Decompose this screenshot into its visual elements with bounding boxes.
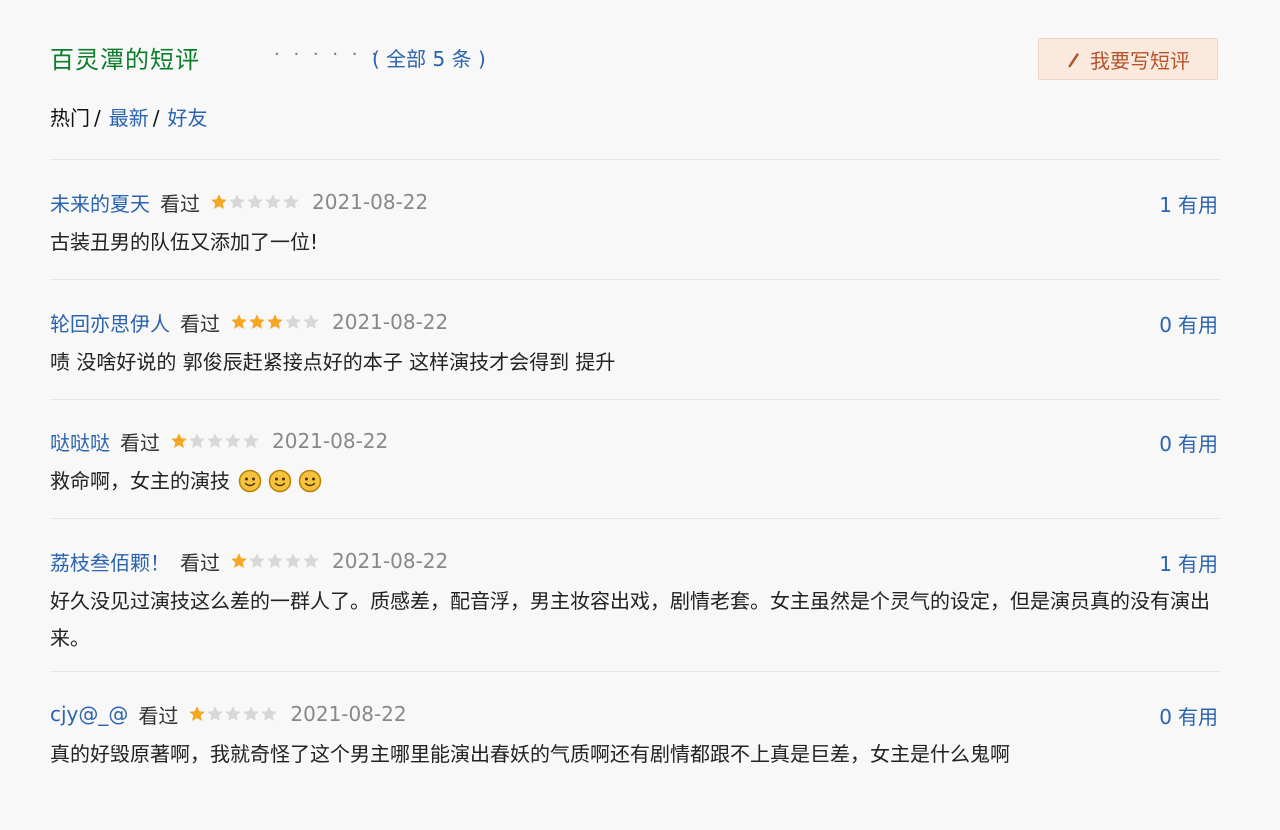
useful-count: 1	[1159, 552, 1172, 576]
smile-emoji-icon	[268, 469, 292, 493]
review-meta: 哒哒哒 看过 2021-08-22	[50, 427, 388, 455]
review-content: 救命啊，女主的演技	[50, 463, 1210, 500]
watch-status: 看过	[180, 550, 220, 575]
filled-star-icon	[249, 314, 265, 329]
watch-status: 看过	[138, 703, 179, 728]
write-review-label: 我要写短评	[1090, 48, 1190, 73]
rating-stars	[230, 311, 320, 333]
all-reviews-count-link[interactable]: ( 全部 5 条 )	[372, 43, 486, 72]
review-meta: cjy@_@ 看过 2021-08-22	[50, 700, 407, 728]
divider	[50, 671, 1220, 672]
useful-vote-button[interactable]: 0 有用	[1153, 701, 1218, 730]
useful-count: 0	[1159, 313, 1172, 337]
filled-star-icon	[211, 194, 227, 209]
empty-star-icon	[285, 314, 301, 329]
empty-star-icon	[225, 433, 241, 448]
empty-star-icon	[303, 553, 319, 568]
useful-count: 0	[1159, 705, 1172, 729]
review-date: 2021-08-22	[332, 549, 449, 573]
emoji-group	[238, 469, 322, 493]
smile-emoji-icon	[238, 469, 262, 493]
tab-separator: /	[152, 106, 160, 130]
empty-star-icon	[249, 553, 265, 568]
empty-star-icon	[247, 194, 263, 209]
filled-star-icon	[231, 314, 247, 329]
watch-status: 看过	[180, 311, 220, 336]
review-date: 2021-08-22	[332, 310, 449, 334]
title-dots: · · · · · ·	[274, 44, 381, 65]
reviews-header: 百灵潭的短评 · · · · · · ( 全部 5 条 ) 我要写短评	[50, 38, 1220, 82]
useful-label: 有用	[1178, 552, 1218, 576]
review-content: 啧 没啥好说的 郭俊辰赶紧接点好的本子 这样演技才会得到 提升	[50, 350, 616, 374]
smile-emoji-icon	[298, 469, 322, 493]
review-user-link[interactable]: 轮回亦思伊人	[50, 308, 170, 337]
review-meta: 轮回亦思伊人 看过 2021-08-22	[50, 308, 448, 336]
useful-vote-button[interactable]: 1 有用	[1153, 548, 1218, 577]
review-item: 轮回亦思伊人 看过 2021-08-22 0 有用 啧 没啥好说的 郭俊辰赶紧接点…	[50, 308, 1220, 378]
review-item: 荔枝叁佰颗！ 看过 2021-08-22 1 有用 好久没见过演技这么差的一群人了…	[50, 547, 1220, 657]
useful-vote-button[interactable]: 0 有用	[1153, 428, 1218, 457]
review-user-link[interactable]: cjy@_@	[50, 702, 128, 726]
pencil-icon	[1066, 50, 1082, 68]
filled-star-icon	[189, 706, 206, 721]
useful-label: 有用	[1178, 313, 1218, 337]
review-content: 古装丑男的队伍又添加了一位!	[50, 230, 319, 254]
divider	[50, 399, 1220, 400]
useful-label: 有用	[1178, 193, 1218, 217]
useful-count: 0	[1159, 432, 1172, 456]
rating-stars	[170, 430, 260, 452]
sort-filter-tabs: 热门 / 最新 / 好友	[50, 102, 208, 131]
tab-hot[interactable]: 热门	[50, 102, 90, 131]
rating-stars	[188, 703, 278, 725]
review-user-link[interactable]: 哒哒哒	[50, 427, 110, 456]
empty-star-icon	[207, 706, 224, 721]
review-item: 哒哒哒 看过 2021-08-22 0 有用 救命啊，女主的演技	[50, 427, 1220, 497]
page-title: 百灵潭的短评	[50, 46, 200, 74]
watch-status: 看过	[160, 191, 200, 216]
review-item: cjy@_@ 看过 2021-08-22 0 有用 真的好毁原著啊，我就奇怪了这个…	[50, 700, 1220, 770]
empty-star-icon	[225, 706, 242, 721]
review-user-link[interactable]: 荔枝叁佰颗！	[50, 547, 170, 576]
empty-star-icon	[229, 194, 245, 209]
tab-separator: /	[94, 106, 101, 130]
divider	[50, 159, 1220, 160]
useful-label: 有用	[1178, 705, 1218, 729]
empty-star-icon	[261, 706, 278, 721]
empty-star-icon	[243, 706, 260, 721]
review-date: 2021-08-22	[290, 702, 407, 726]
empty-star-icon	[189, 433, 205, 448]
rating-stars	[210, 191, 300, 213]
review-date: 2021-08-22	[312, 190, 429, 214]
review-user-link[interactable]: 未来的夏天	[50, 188, 150, 217]
short-reviews-panel: 百灵潭的短评 · · · · · · ( 全部 5 条 ) 我要写短评 热门 / 最…	[0, 0, 1280, 830]
filled-star-icon	[267, 314, 283, 329]
empty-star-icon	[243, 433, 259, 448]
useful-vote-button[interactable]: 1 有用	[1153, 189, 1218, 218]
divider	[50, 518, 1220, 519]
review-content: 好久没见过演技这么差的一群人了。质感差，配音浮，男主妆容出戏，剧情老套。女主虽然…	[50, 589, 1210, 650]
empty-star-icon	[265, 194, 281, 209]
empty-star-icon	[267, 553, 283, 568]
review-text: 救命啊，女主的演技	[50, 469, 230, 493]
rating-stars	[230, 550, 320, 572]
filled-star-icon	[171, 433, 187, 448]
empty-star-icon	[303, 314, 319, 329]
tab-friends[interactable]: 好友	[168, 102, 208, 131]
review-content: 真的好毁原著啊，我就奇怪了这个男主哪里能演出春妖的气质啊还有剧情都跟不上真是巨差…	[50, 742, 1010, 766]
useful-count: 1	[1159, 193, 1172, 217]
review-date: 2021-08-22	[272, 429, 389, 453]
tab-latest[interactable]: 最新	[109, 102, 149, 131]
review-meta: 未来的夏天 看过 2021-08-22	[50, 188, 428, 216]
useful-label: 有用	[1178, 432, 1218, 456]
review-item: 未来的夏天 看过 2021-08-22 1 有用 古装丑男的队伍又添加了一位!	[50, 188, 1220, 258]
empty-star-icon	[285, 553, 301, 568]
write-review-button[interactable]: 我要写短评	[1038, 38, 1218, 80]
empty-star-icon	[207, 433, 223, 448]
useful-vote-button[interactable]: 0 有用	[1153, 309, 1218, 338]
watch-status: 看过	[120, 430, 160, 455]
review-meta: 荔枝叁佰颗！ 看过 2021-08-22	[50, 547, 448, 575]
empty-star-icon	[283, 194, 299, 209]
filled-star-icon	[231, 553, 247, 568]
divider	[50, 279, 1220, 280]
